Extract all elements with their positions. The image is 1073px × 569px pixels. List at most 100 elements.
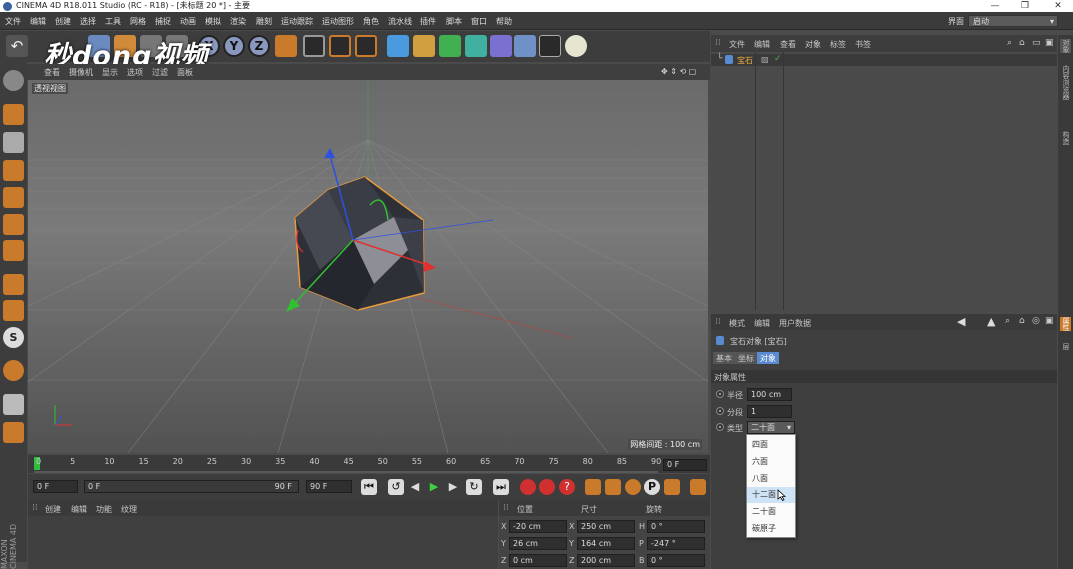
object-menu-bookmarks[interactable]: 书签 [855, 39, 871, 50]
pos-y-field[interactable]: 26 cm [509, 537, 567, 550]
up-arrow-icon[interactable]: ▲ [987, 315, 995, 328]
deformer-icon[interactable] [490, 35, 512, 57]
pen-spline-icon[interactable] [413, 35, 435, 57]
current-frame-field[interactable]: 0 F [663, 459, 707, 471]
panel-grip-icon[interactable]: ⁞⁞ [32, 503, 38, 513]
object-name[interactable]: 宝石 [737, 55, 753, 66]
tweak-mode-icon[interactable] [3, 300, 24, 321]
size-x-field[interactable]: 250 cm [577, 520, 635, 533]
viewport-menu-display[interactable]: 显示 [102, 67, 118, 78]
menu-create[interactable]: 创建 [55, 16, 71, 27]
visibility-toggle-icon[interactable]: ▨ [761, 55, 769, 64]
object-menu-edit[interactable]: 编辑 [754, 39, 770, 50]
layout-select[interactable]: 启动 ▾ [968, 15, 1058, 27]
next-frame-icon[interactable]: ▶ [445, 479, 461, 495]
panel-grip-icon[interactable]: ⁞⁞ [715, 317, 721, 327]
y-axis-lock-button[interactable]: Y [223, 35, 245, 57]
menu-window[interactable]: 窗口 [471, 16, 487, 27]
texture-mode-icon[interactable] [3, 160, 24, 181]
frame-range-slider[interactable]: 0 F 90 F [84, 480, 299, 493]
workplane-mode-icon[interactable] [3, 187, 24, 208]
model-mode-icon[interactable] [3, 70, 24, 91]
radius-field[interactable]: 100 cm [747, 388, 792, 401]
go-to-end-icon[interactable]: ⏭ [493, 479, 509, 495]
timeline[interactable]: 0 5 10 15 20 25 30 35 40 45 50 55 60 65 70 75 80 85 90 [28, 455, 710, 473]
key-rotation-icon[interactable] [625, 479, 641, 495]
cloner-icon[interactable] [465, 35, 487, 57]
enabled-check-icon[interactable]: ✓ [774, 54, 782, 64]
record-key-icon[interactable] [520, 479, 536, 495]
radius-animate-radio[interactable] [716, 390, 724, 398]
axis-tool-icon[interactable] [3, 274, 24, 295]
auto-key-icon[interactable] [539, 479, 555, 495]
type-option-octahedron[interactable]: 八面 [747, 471, 795, 487]
key-point-level-icon[interactable] [664, 479, 680, 495]
size-z-field[interactable]: 200 cm [577, 554, 635, 567]
previous-frame-icon[interactable]: ◀ [407, 479, 423, 495]
viewport-navigation-icon[interactable]: ✥ ⇕ ⟲ ▢ [661, 67, 696, 76]
viewport-menu-options[interactable]: 选项 [127, 67, 143, 78]
menu-motion-tracker[interactable]: 运动跟踪 [281, 16, 313, 27]
render-picture-viewer-icon[interactable] [329, 35, 351, 57]
rot-b-field[interactable]: 0 ° [647, 554, 705, 567]
size-y-field[interactable]: 164 cm [577, 537, 635, 550]
next-key-icon[interactable]: ↻ [466, 479, 482, 495]
settings-icon[interactable]: ◎ [1032, 316, 1040, 326]
type-option-hexahedron[interactable]: 六面 [747, 454, 795, 470]
viewport-menu-panel[interactable]: 面板 [177, 67, 193, 78]
search-icon[interactable]: ⌕ [1005, 316, 1010, 326]
magnet-icon[interactable] [3, 360, 24, 381]
menu-script[interactable]: 脚本 [446, 16, 462, 27]
tab-attributes[interactable]: 属性 [1060, 317, 1071, 331]
tab-content-browser[interactable]: 内容浏览器 [1060, 65, 1071, 100]
cube-primitive-icon[interactable] [387, 35, 409, 57]
object-menu-view[interactable]: 查看 [780, 39, 796, 50]
key-position-icon[interactable] [585, 479, 601, 495]
go-to-start-icon[interactable]: ⏮ [361, 479, 377, 495]
light-bulb-icon[interactable] [565, 35, 587, 57]
back-arrow-icon[interactable]: ◀ [957, 315, 965, 328]
type-option-tetrahedron[interactable]: 四面 [747, 437, 795, 453]
key-scale-icon[interactable] [605, 479, 621, 495]
tab-layers[interactable]: 层 [1060, 343, 1071, 350]
menu-simulate[interactable]: 模拟 [205, 16, 221, 27]
camera-icon[interactable] [539, 35, 561, 57]
viewport-menu-filter[interactable]: 过滤 [152, 67, 168, 78]
tab-basic[interactable]: 基本 [713, 352, 735, 364]
new-panel-icon[interactable]: ▣ [1045, 316, 1054, 326]
object-menu-file[interactable]: 文件 [729, 39, 745, 50]
previous-key-icon[interactable]: ↺ [388, 479, 404, 495]
tab-coordinates[interactable]: 坐标 [735, 352, 757, 364]
z-axis-lock-button[interactable]: Z [248, 35, 270, 57]
home-icon[interactable]: ⌂ [1019, 38, 1025, 48]
menu-file[interactable]: 文件 [5, 16, 21, 27]
gem-object[interactable] [294, 176, 425, 311]
pos-x-field[interactable]: -20 cm [509, 520, 567, 533]
search-icon[interactable]: ⌕ [1007, 38, 1012, 48]
type-option-icosahedron[interactable]: 二十面 [747, 504, 795, 520]
render-settings-icon[interactable] [355, 35, 377, 57]
attribute-menu-mode[interactable]: 模式 [729, 318, 745, 329]
timeline-window-icon[interactable] [690, 479, 706, 495]
material-menu-edit[interactable]: 编辑 [71, 504, 87, 515]
keyframe-selection-icon[interactable]: ? [559, 479, 575, 495]
end-frame-field[interactable]: 90 F [306, 480, 352, 493]
material-menu-create[interactable]: 创建 [45, 504, 61, 515]
subdivision-generator-icon[interactable] [439, 35, 461, 57]
object-menu-tags[interactable]: 标签 [830, 39, 846, 50]
rot-p-field[interactable]: -247 ° [647, 537, 705, 550]
key-parameter-icon[interactable]: P [644, 479, 660, 495]
panel-grip-icon[interactable]: ⁞⁞ [503, 503, 509, 513]
menu-render[interactable]: 渲染 [230, 16, 246, 27]
expand-icon[interactable]: ▭ [1032, 38, 1041, 48]
perspective-viewport[interactable]: 透视视图 网格间距 : 100 cm [28, 80, 708, 453]
viewport-menu-view[interactable]: 查看 [44, 67, 60, 78]
object-row-gem[interactable]: └ 宝石 ▨ ✓ [711, 54, 1057, 66]
menu-sculpt[interactable]: 雕刻 [256, 16, 272, 27]
viewport-menu-camera[interactable]: 摄像机 [69, 67, 93, 78]
material-menu-function[interactable]: 功能 [96, 504, 112, 515]
edges-mode-icon[interactable] [3, 132, 24, 153]
menu-snap[interactable]: 捕捉 [155, 16, 171, 27]
attribute-menu-edit[interactable]: 编辑 [754, 318, 770, 329]
render-view-icon[interactable] [303, 35, 325, 57]
